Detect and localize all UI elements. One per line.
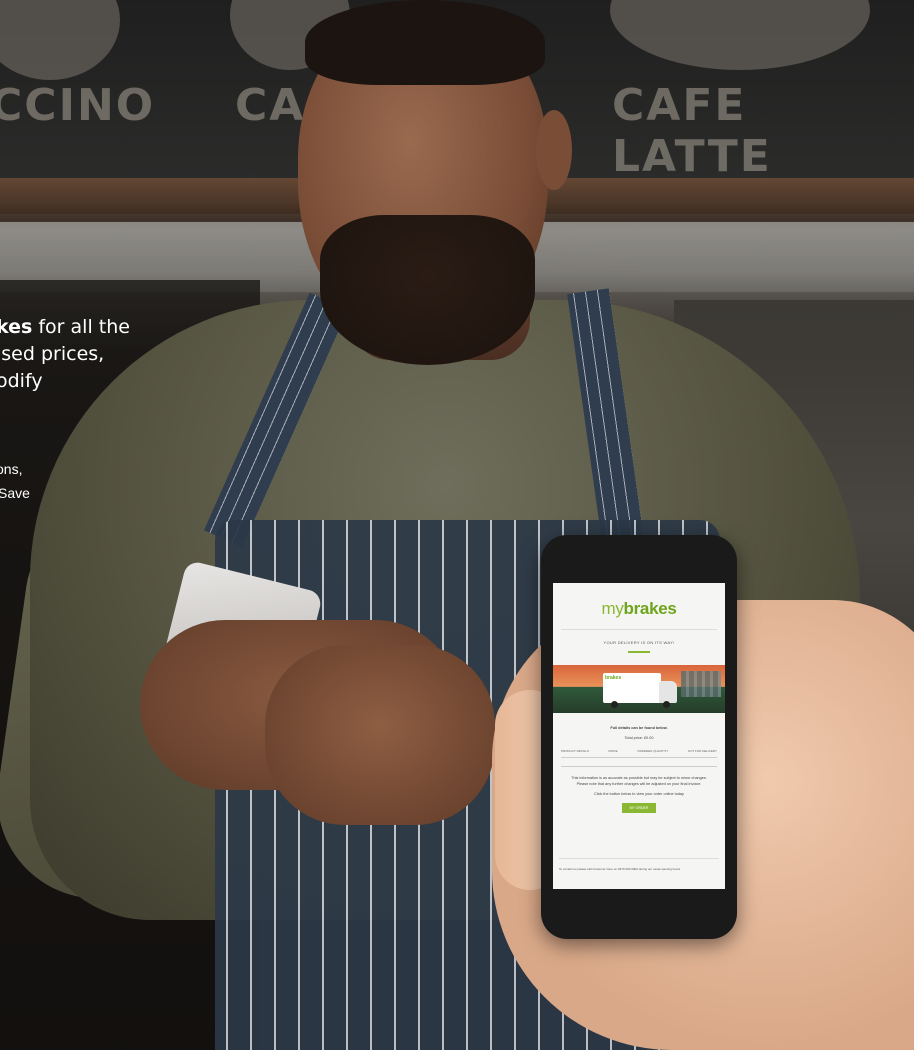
board-text-right: CAFE LATTE xyxy=(612,80,772,182)
phone-screen: mybrakes YOUR DELIVERY IS ON ITS WAY! br… xyxy=(553,583,725,889)
info-line-3: Click the button below to view your orde… xyxy=(594,792,684,796)
truck-brand: brakes xyxy=(605,675,622,681)
truck-wheel xyxy=(611,701,618,708)
delivery-heading: YOUR DELIVERY IS ON ITS WAY! xyxy=(603,640,675,645)
table-header: ORDERED QUANTITY xyxy=(637,749,669,753)
truck-icon: brakes xyxy=(603,673,661,703)
contact-text: To contact us please call Customer Care … xyxy=(559,867,681,871)
board-text-left: CCINO xyxy=(0,80,156,131)
headline-bold: kes xyxy=(0,316,33,338)
right-hand xyxy=(265,645,495,825)
subtext-line-2: Save xyxy=(0,485,30,501)
promo-headline: kes for all the ised prices, odify xyxy=(0,314,130,395)
delivery-banner: brakes xyxy=(553,665,725,713)
table-header: PRICE xyxy=(608,749,618,753)
headline-line-2: ised prices, xyxy=(0,343,105,365)
order-table-rows xyxy=(561,757,717,767)
subtext-line-1: ons, xyxy=(0,461,23,477)
details-heading: Full details can be found below. xyxy=(610,726,668,730)
logo-prefix: my xyxy=(601,599,624,618)
headline-rest: for all the xyxy=(32,316,130,338)
table-header: OUT FOR DELIVERY xyxy=(687,749,717,753)
table-header: PRODUCT DETAILS xyxy=(561,749,589,753)
held-smartphone: mybrakes YOUR DELIVERY IS ON ITS WAY! br… xyxy=(541,535,737,939)
truck-cab xyxy=(659,681,677,703)
contact-footer: To contact us please call Customer Care … xyxy=(559,858,719,871)
order-table-header: PRODUCT DETAILS PRICE ORDERED QUANTITY O… xyxy=(553,749,725,753)
city-skyline xyxy=(681,671,721,697)
mybrakes-logo: mybrakes xyxy=(553,599,725,619)
accent-bar xyxy=(628,651,650,653)
board-circle xyxy=(610,0,870,70)
my-order-button[interactable]: MY ORDER xyxy=(622,803,656,813)
board-circle xyxy=(0,0,120,80)
details-subheading: Total price: £0.00 xyxy=(624,736,654,740)
promo-subtext: ons, Save xyxy=(0,457,130,505)
promo-copy: kes for all the ised prices, odify ons, … xyxy=(0,314,130,505)
ear xyxy=(536,110,572,190)
logo-brand: brakes xyxy=(623,599,677,618)
headline-line-3: odify xyxy=(0,370,43,392)
truck-wheel xyxy=(663,701,670,708)
headline-line-1: kes for all the xyxy=(0,314,130,341)
beard xyxy=(320,215,535,365)
info-line-2: Please note that any further changes wil… xyxy=(576,782,702,786)
divider xyxy=(561,629,717,630)
hair xyxy=(305,0,545,85)
board-text-mid: CA xyxy=(235,80,306,131)
